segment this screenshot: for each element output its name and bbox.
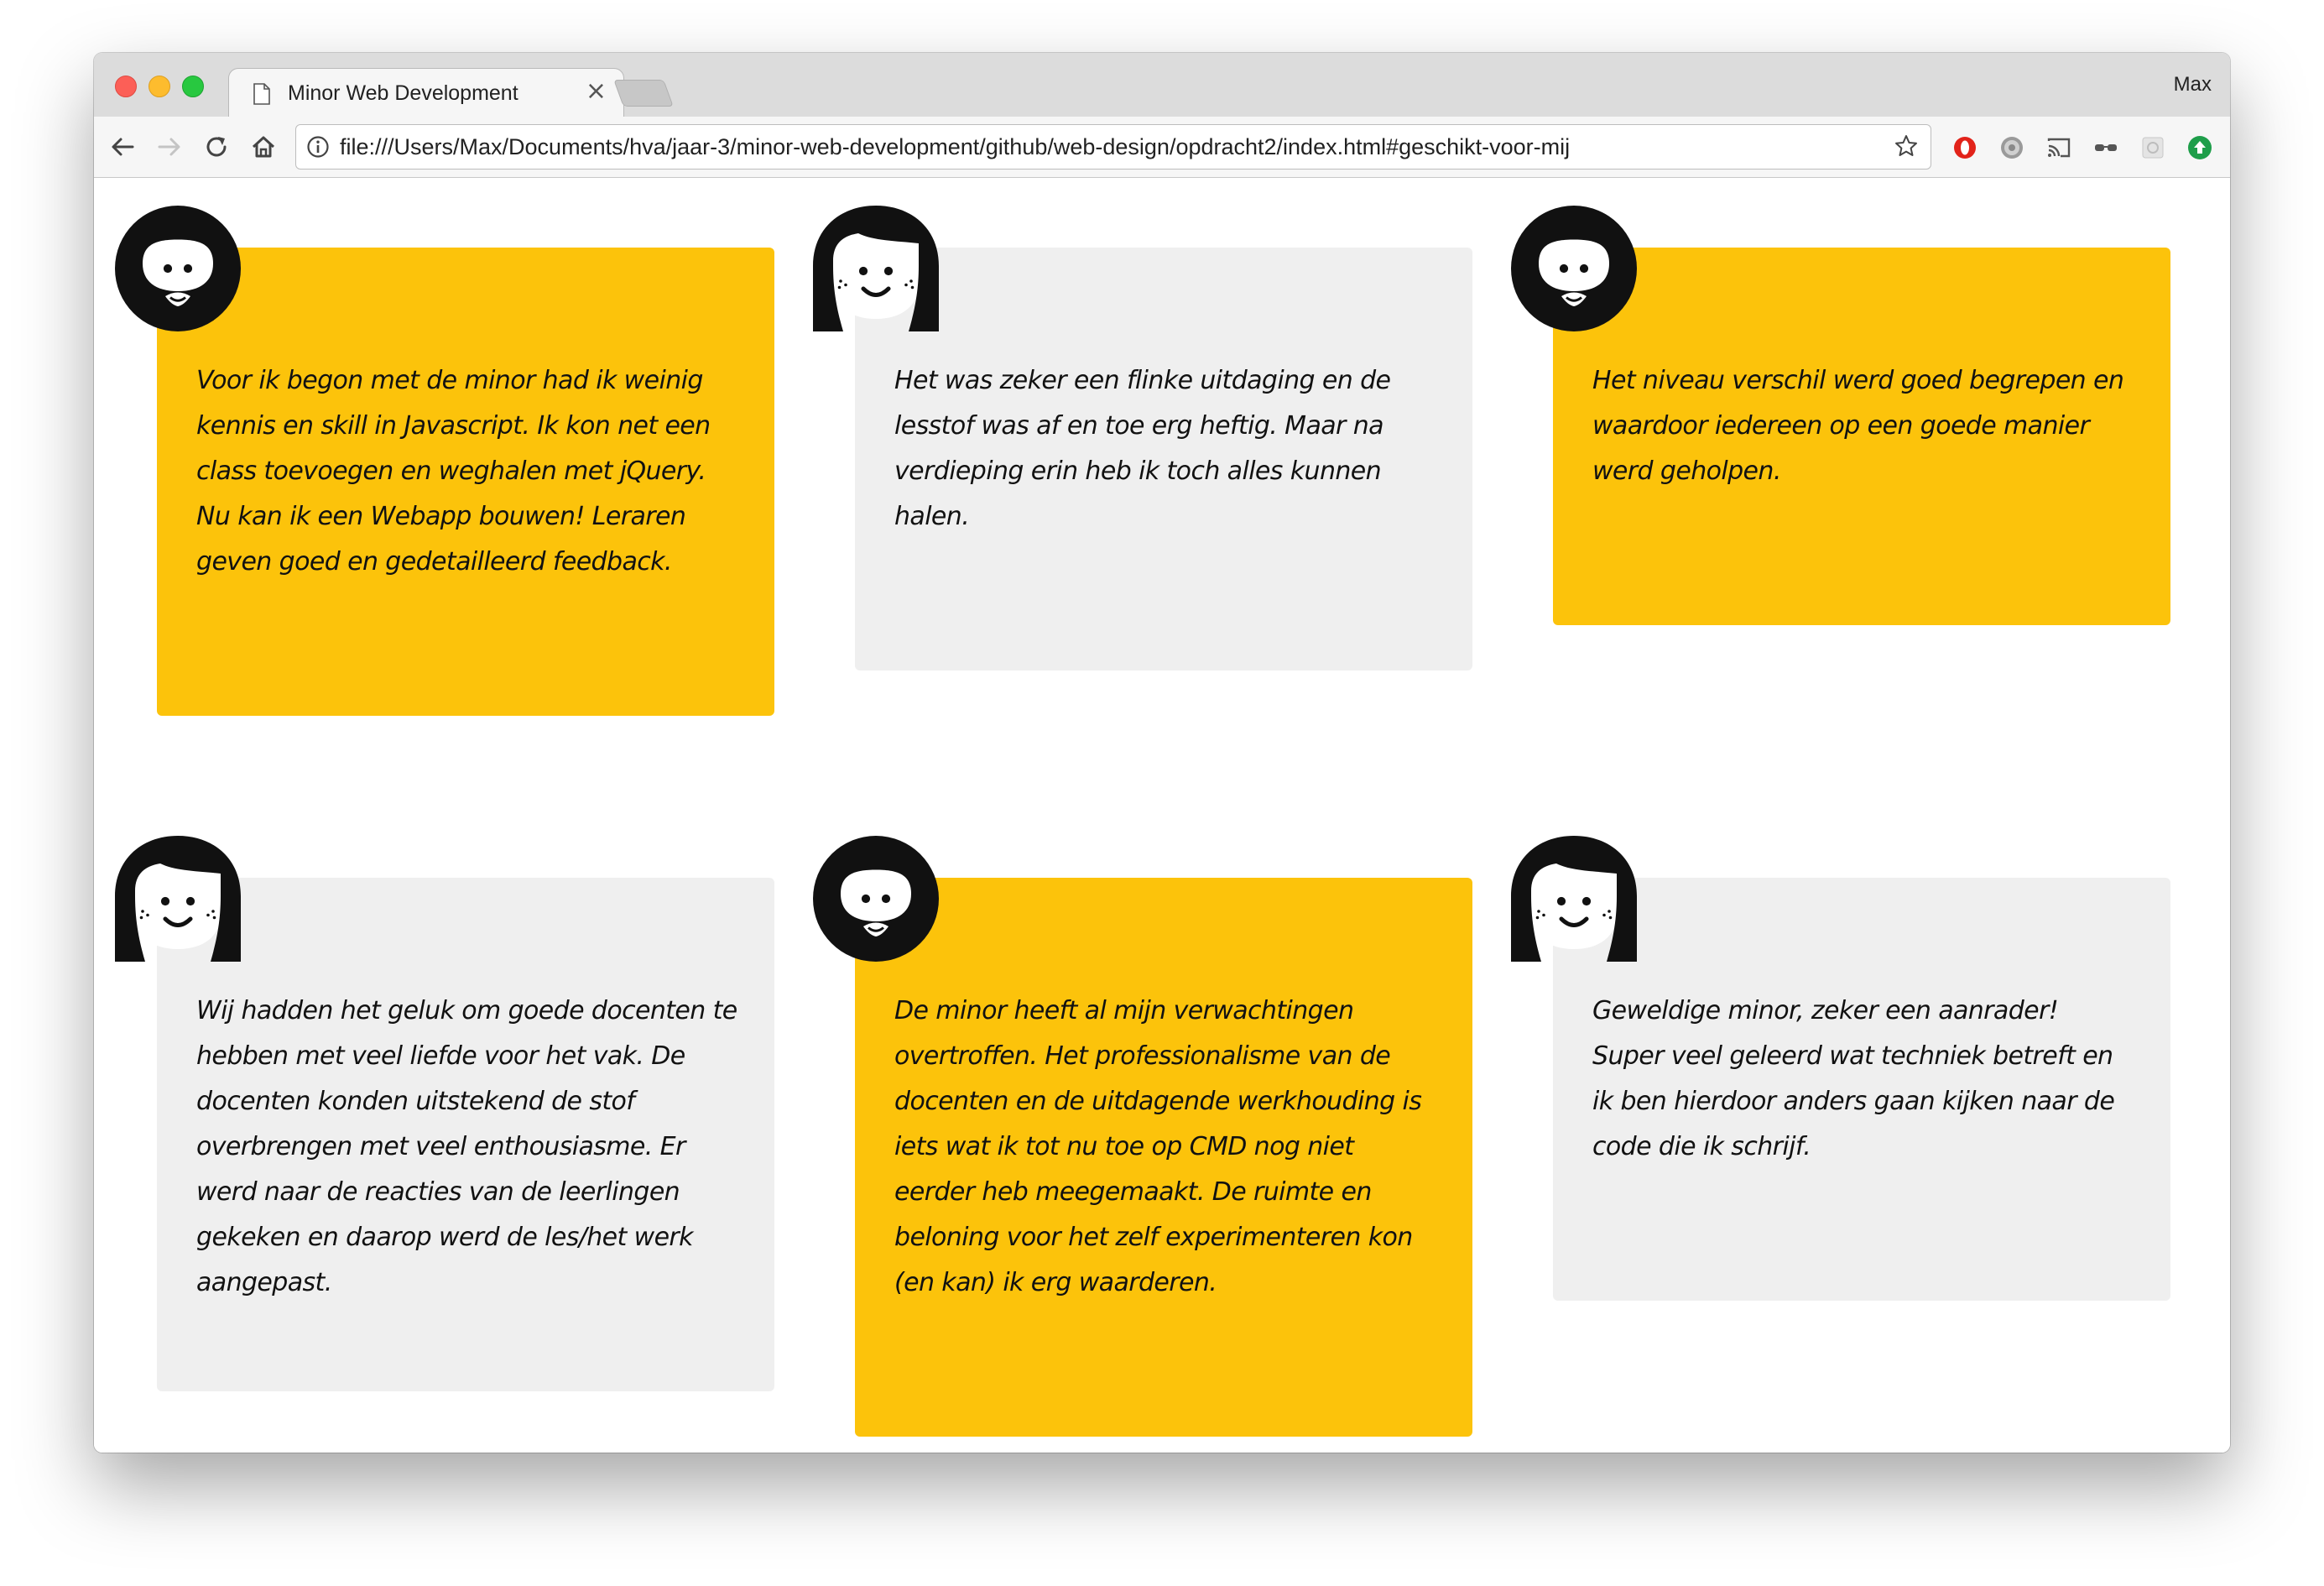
woman-avatar-icon xyxy=(813,206,939,331)
profile-name[interactable]: Max xyxy=(2174,73,2212,97)
browser-window: Minor Web Development × Max file:///User… xyxy=(94,53,2230,1453)
testimonial-text: Wij hadden het geluk om goede docenten t… xyxy=(196,996,737,1297)
url-text[interactable]: file:///Users/Max/Documents/hva/jaar-3/m… xyxy=(340,134,1570,160)
new-tab-button[interactable] xyxy=(613,80,674,107)
title-bar: Minor Web Development × Max xyxy=(94,53,2230,119)
upload-icon[interactable] xyxy=(2186,134,2213,161)
page-icon xyxy=(253,83,270,105)
testimonial-card: Geweldige minor, zeker een aanrader! Sup… xyxy=(1553,878,2170,1301)
puzzle-extension-icon[interactable] xyxy=(2139,134,2166,161)
testimonial-text: Het niveau verschil werd goed begrepen e… xyxy=(1592,366,2124,486)
woman-avatar-icon xyxy=(1511,836,1637,962)
tab-title: Minor Web Development xyxy=(288,81,518,105)
bearded-man-avatar-icon xyxy=(1511,206,1637,331)
bearded-man-avatar-icon xyxy=(115,206,241,331)
tab-close-icon[interactable]: × xyxy=(586,76,607,106)
zoom-window-button[interactable] xyxy=(182,76,204,97)
back-arrow-icon[interactable] xyxy=(107,132,138,162)
forward-arrow-icon[interactable] xyxy=(154,132,185,162)
testimonial-card: Wij hadden het geluk om goede docenten t… xyxy=(157,878,774,1391)
address-bar[interactable]: file:///Users/Max/Documents/hva/jaar-3/m… xyxy=(295,124,1931,170)
info-icon[interactable] xyxy=(306,135,330,159)
page-content: Voor ik begon met de minor had ik weinig… xyxy=(94,178,2230,1453)
cast-icon[interactable] xyxy=(2045,134,2072,161)
opera-icon[interactable] xyxy=(1951,134,1978,161)
testimonial-card: Voor ik begon met de minor had ik weinig… xyxy=(157,248,774,716)
testimonial-text: Voor ik begon met de minor had ik weinig… xyxy=(196,366,711,576)
gear-extension-icon[interactable] xyxy=(1998,134,2025,161)
minimize-window-button[interactable] xyxy=(149,76,170,97)
bearded-man-avatar-icon xyxy=(813,836,939,962)
testimonial-card: De minor heeft al mijn verwachtingen ove… xyxy=(855,878,1472,1437)
close-window-button[interactable] xyxy=(115,76,137,97)
testimonial-text: Geweldige minor, zeker een aanrader! Sup… xyxy=(1592,996,2115,1161)
glasses-icon[interactable] xyxy=(2092,134,2119,161)
browser-toolbar: file:///Users/Max/Documents/hva/jaar-3/m… xyxy=(94,117,2230,178)
reload-icon[interactable] xyxy=(201,132,232,162)
testimonial-card: Het was zeker een flinke uitdaging en de… xyxy=(855,248,1472,670)
testimonial-card: Het niveau verschil werd goed begrepen e… xyxy=(1553,248,2170,625)
bookmark-star-icon[interactable] xyxy=(1894,133,1919,159)
home-icon[interactable] xyxy=(248,132,279,162)
testimonial-text: De minor heeft al mijn verwachtingen ove… xyxy=(894,996,1422,1297)
testimonial-text: Het was zeker een flinke uitdaging en de… xyxy=(894,366,1391,531)
browser-tab[interactable]: Minor Web Development × xyxy=(228,68,624,119)
woman-avatar-icon xyxy=(115,836,241,962)
